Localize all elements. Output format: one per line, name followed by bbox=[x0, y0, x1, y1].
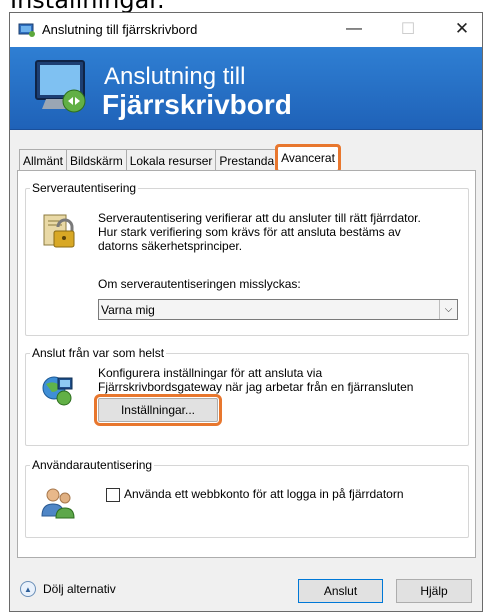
advanced-panel: Serverautentisering Serverautentisering … bbox=[17, 170, 476, 558]
tab-general[interactable]: Allmänt bbox=[19, 149, 68, 171]
chevron-down-icon: ⌵ bbox=[439, 300, 457, 319]
tab-local-resources[interactable]: Lokala resurser bbox=[125, 149, 217, 171]
connect-anywhere-group: Anslut från var som helst Konfigurera in… bbox=[25, 346, 469, 446]
user-auth-group: Användarautentisering Använda ett webbko… bbox=[25, 458, 469, 538]
connect-anywhere-desc-1: Konfigurera inställningar för att anslut… bbox=[98, 366, 323, 380]
server-auth-legend: Serverautentisering bbox=[32, 181, 137, 195]
banner-line-1: Anslutning till bbox=[104, 63, 246, 90]
server-auth-fail-select[interactable]: Varna mig ⌵ bbox=[98, 299, 458, 320]
close-button[interactable]: ✕ bbox=[448, 17, 476, 41]
collapse-icon: ▲ bbox=[20, 581, 36, 597]
banner-line-2: Fjärrskrivbord bbox=[102, 89, 292, 120]
rdp-app-icon bbox=[18, 23, 35, 37]
tab-performance[interactable]: Prestanda bbox=[215, 149, 279, 171]
web-account-checkbox-label: Använda ett webbkonto för att logga in p… bbox=[124, 487, 404, 501]
monitor-icon bbox=[35, 60, 86, 113]
window-title: Anslutning till fjärrskrivbord bbox=[42, 22, 198, 37]
users-icon bbox=[41, 488, 75, 519]
rdp-window: Anslutning till fjärrskrivbord — ☐ ✕ Ans… bbox=[9, 12, 483, 612]
hide-options-toggle[interactable]: ▲ Dölj alternativ bbox=[20, 581, 116, 597]
server-auth-fail-value: Varna mig bbox=[101, 302, 155, 317]
server-auth-fail-label: Om serverautentiseringen misslyckas: bbox=[98, 277, 301, 291]
tab-advanced[interactable]: Avancerat bbox=[275, 144, 341, 173]
web-account-checkbox[interactable] bbox=[106, 488, 120, 502]
banner: Anslutning till Fjärrskrivbord bbox=[10, 47, 482, 130]
minimize-button[interactable]: — bbox=[340, 17, 368, 41]
gateway-settings-button[interactable]: Inställningar... bbox=[94, 394, 222, 426]
connect-anywhere-desc-2: Fjärrskrivbordsgateway när jag arbetar f… bbox=[98, 380, 414, 394]
tab-display[interactable]: Bildskärm bbox=[66, 149, 127, 171]
connect-anywhere-legend: Anslut från var som helst bbox=[32, 346, 165, 360]
hide-options-label: Dölj alternativ bbox=[43, 582, 116, 596]
server-auth-desc-2: Hur stark verifiering som krävs för att … bbox=[98, 225, 401, 239]
connect-button[interactable]: Anslut bbox=[298, 579, 383, 603]
lock-icon bbox=[43, 214, 75, 248]
titlebar: Anslutning till fjärrskrivbord — ☐ ✕ bbox=[10, 13, 482, 47]
globe-network-icon bbox=[42, 376, 73, 406]
tab-strip: Allmänt Bildskärm Lokala resurser Presta… bbox=[19, 144, 341, 173]
user-auth-legend: Användarautentisering bbox=[32, 458, 153, 472]
server-auth-desc-1: Serverautentisering verifierar att du an… bbox=[98, 211, 421, 225]
server-auth-desc-3: datorns säkerhetsprinciper. bbox=[98, 239, 243, 253]
server-auth-group: Serverautentisering Serverautentisering … bbox=[25, 181, 469, 336]
help-button[interactable]: Hjälp bbox=[396, 579, 472, 603]
maximize-button[interactable]: ☐ bbox=[394, 17, 422, 41]
